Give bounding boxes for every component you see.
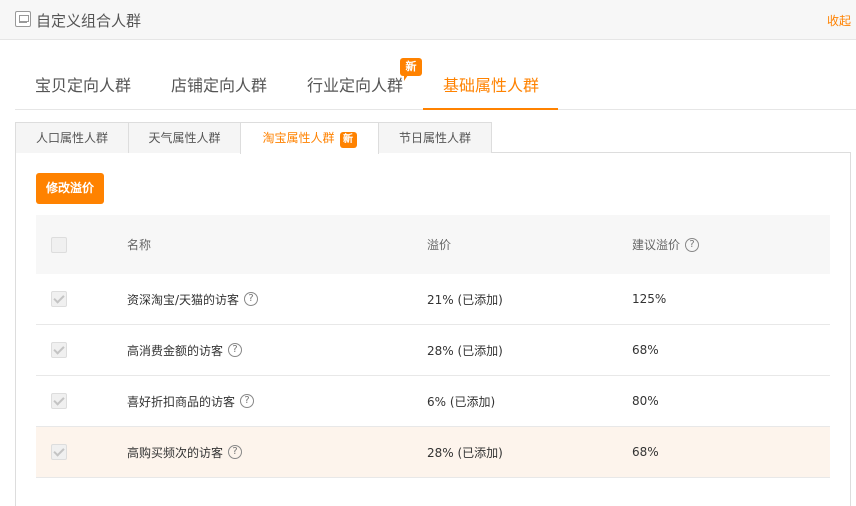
help-icon[interactable]: ?: [228, 445, 243, 459]
subtab-label: 人口属性人群: [35, 131, 108, 145]
col-name: 名称: [127, 238, 152, 252]
subtab-taobao[interactable]: 淘宝属性人群新: [240, 122, 379, 154]
row-checkbox[interactable]: [51, 342, 67, 358]
table-row: 高消费金额的访客? 28% (已添加) 68%: [36, 325, 830, 376]
select-all-checkbox[interactable]: [51, 236, 67, 253]
row-suggested: 68%: [632, 445, 659, 459]
panel-icon: [15, 11, 31, 27]
table-row: 资深淘宝/天猫的访客? 21% (已添加) 125%: [36, 274, 830, 325]
main-tab-bar: 宝贝定向人群 店铺定向人群 行业定向人群 新 基础属性人群: [15, 58, 856, 110]
modify-premium-button[interactable]: 修改溢价: [36, 173, 104, 204]
help-icon[interactable]: ?: [228, 343, 243, 357]
row-premium: 6% (已添加): [427, 394, 496, 409]
help-icon[interactable]: ?: [685, 237, 700, 252]
row-premium: 28% (已添加): [427, 343, 503, 358]
help-icon[interactable]: ?: [244, 292, 259, 306]
help-icon[interactable]: ?: [240, 394, 255, 408]
row-name: 资深淘宝/天猫的访客: [127, 292, 240, 307]
row-suggested: 125%: [632, 292, 667, 306]
audience-table: 名称 溢价 建议溢价? 资深淘宝/天猫的访客? 21% (已添加) 125% 高…: [36, 215, 830, 478]
subtab-demographic[interactable]: 人口属性人群: [15, 122, 129, 153]
section-header: 自定义组合人群 收起: [0, 0, 856, 40]
row-premium: 28% (已添加): [427, 445, 503, 460]
subtab-label: 淘宝属性人群: [262, 131, 335, 145]
table-header: 名称 溢价 建议溢价?: [36, 215, 830, 274]
tab-industry-targeting[interactable]: 行业定向人群: [307, 72, 403, 96]
row-name: 喜好折扣商品的访客: [127, 394, 236, 409]
new-badge: 新: [400, 58, 422, 81]
row-premium: 21% (已添加): [427, 292, 503, 307]
subtab-weather[interactable]: 天气属性人群: [128, 122, 241, 153]
subtab-holiday[interactable]: 节日属性人群: [378, 122, 492, 153]
subtab-label: 天气属性人群: [148, 131, 221, 145]
row-name: 高消费金额的访客: [127, 343, 224, 358]
col-suggested: 建议溢价: [632, 238, 681, 252]
row-checkbox[interactable]: [51, 291, 67, 307]
new-badge: 新: [339, 132, 357, 148]
section-title: 自定义组合人群: [36, 12, 142, 30]
collapse-link[interactable]: 收起: [827, 12, 851, 29]
sub-tab-bar: 人口属性人群 天气属性人群 淘宝属性人群新 节日属性人群: [15, 122, 851, 154]
row-suggested: 68%: [632, 343, 659, 357]
tab-shop-targeting[interactable]: 店铺定向人群: [171, 72, 267, 96]
subtab-label: 节日属性人群: [398, 131, 471, 145]
active-tab-indicator: [423, 108, 558, 110]
col-premium: 溢价: [427, 238, 452, 252]
table-row: 高购买频次的访客? 28% (已添加) 68%: [36, 427, 830, 478]
row-name: 高购买频次的访客: [127, 445, 224, 460]
tab-basic-attributes[interactable]: 基础属性人群: [443, 72, 539, 96]
table-row: 喜好折扣商品的访客? 6% (已添加) 80%: [36, 376, 830, 427]
row-suggested: 80%: [632, 394, 659, 408]
row-checkbox[interactable]: [51, 393, 67, 409]
tab-item-targeting[interactable]: 宝贝定向人群: [35, 72, 131, 96]
row-checkbox[interactable]: [51, 444, 67, 460]
